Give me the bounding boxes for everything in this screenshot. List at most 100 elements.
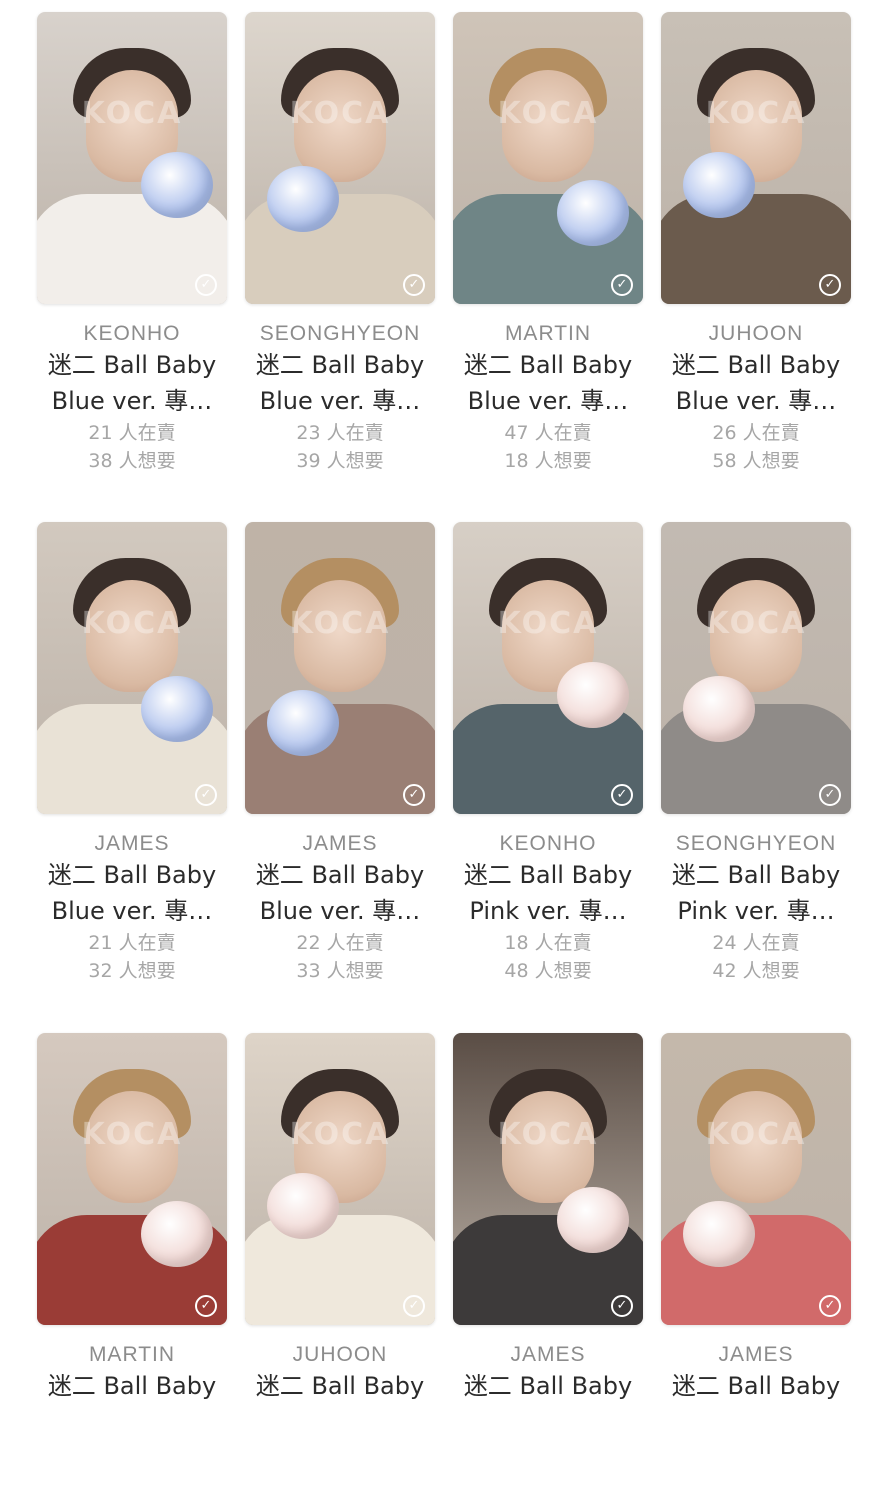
card-title-line2: Pink ver. 專… <box>469 897 627 925</box>
watermark: KOCA <box>289 606 391 641</box>
check-circle-icon[interactable]: ✓ <box>195 784 217 806</box>
check-circle-icon[interactable]: ✓ <box>611 784 633 806</box>
photocard-image[interactable]: KOCA ✓ <box>37 522 227 814</box>
card-title-line1: 迷二 Ball Baby <box>47 861 217 889</box>
watermark: KOCA <box>81 1117 183 1152</box>
plush-toy <box>683 1201 755 1267</box>
wanting-count: 32 人想要 <box>88 960 176 982</box>
photocard-item[interactable]: KOCA ✓ JAMES 迷二 Ball Baby Blue ver. 專… 2… <box>245 522 435 985</box>
watermark: KOCA <box>497 96 599 131</box>
check-circle-icon[interactable]: ✓ <box>611 1295 633 1317</box>
card-title-line1: 迷二 Ball Baby <box>671 1372 841 1400</box>
check-circle-icon[interactable]: ✓ <box>611 274 633 296</box>
photocard-image[interactable]: KOCA ✓ <box>37 12 227 304</box>
card-title-line2: Blue ver. 專… <box>259 387 421 415</box>
card-title-line2 <box>661 1404 851 1440</box>
plush-toy <box>683 676 755 742</box>
selling-count <box>661 1440 851 1468</box>
photocard-image[interactable]: KOCA ✓ <box>661 1033 851 1325</box>
check-circle-icon[interactable]: ✓ <box>195 1295 217 1317</box>
plush-toy <box>141 1201 213 1267</box>
card-title-line1: 迷二 Ball Baby <box>671 351 841 379</box>
card-title-line2 <box>37 1404 227 1440</box>
photocard-image[interactable]: KOCA ✓ <box>453 1033 643 1325</box>
photocard-item[interactable]: KOCA ✓ MARTIN 迷二 Ball Baby Blue ver. 專… … <box>453 12 643 475</box>
member-name: MARTIN <box>504 322 592 345</box>
photocard-image[interactable]: KOCA ✓ <box>661 522 851 814</box>
selling-count: 21 人在賣 <box>88 932 176 954</box>
photocard-item[interactable]: KOCA ✓ JAMES 迷二 Ball Baby <box>661 1033 851 1496</box>
plush-toy <box>557 180 629 246</box>
selling-count: 24 人在賣 <box>712 932 800 954</box>
watermark: KOCA <box>705 96 807 131</box>
watermark: KOCA <box>705 606 807 641</box>
photocard-image[interactable]: KOCA ✓ <box>245 522 435 814</box>
wanting-count: 39 人想要 <box>296 450 384 472</box>
photocard-image[interactable]: KOCA ✓ <box>37 1033 227 1325</box>
selling-count <box>245 1440 435 1468</box>
photocard-item[interactable]: KOCA ✓ KEONHO 迷二 Ball Baby Blue ver. 專… … <box>37 12 227 475</box>
card-title-line2: Blue ver. 專… <box>467 387 629 415</box>
photocard-image[interactable]: KOCA ✓ <box>245 1033 435 1325</box>
member-name: JAMES <box>510 1343 586 1366</box>
selling-count <box>453 1440 643 1468</box>
check-circle-icon[interactable]: ✓ <box>403 784 425 806</box>
card-title-line2 <box>453 1404 643 1440</box>
check-circle-icon[interactable]: ✓ <box>819 1295 841 1317</box>
photocard-item[interactable]: KOCA ✓ JAMES 迷二 Ball Baby <box>453 1033 643 1496</box>
member-name: JAMES <box>302 832 378 855</box>
wanting-count <box>245 1468 435 1496</box>
photocard-item[interactable]: KOCA ✓ KEONHO 迷二 Ball Baby Pink ver. 專… … <box>453 522 643 985</box>
selling-count: 23 人在賣 <box>296 422 384 444</box>
wanting-count <box>661 1468 851 1496</box>
card-title-line1: 迷二 Ball Baby <box>255 1372 425 1400</box>
member-name: SEONGHYEON <box>259 322 421 345</box>
plush-toy <box>683 152 755 218</box>
wanting-count: 18 人想要 <box>504 450 592 472</box>
photocard-item[interactable]: KOCA ✓ JAMES 迷二 Ball Baby Blue ver. 專… 2… <box>37 522 227 985</box>
watermark: KOCA <box>705 1117 807 1152</box>
wanting-count: 48 人想要 <box>504 960 592 982</box>
watermark: KOCA <box>81 96 183 131</box>
wanting-count: 58 人想要 <box>712 450 800 472</box>
member-name: KEONHO <box>83 322 181 345</box>
card-title-line1: 迷二 Ball Baby <box>463 861 633 889</box>
selling-count: 18 人在賣 <box>504 932 592 954</box>
plush-toy <box>267 166 339 232</box>
check-circle-icon[interactable]: ✓ <box>403 274 425 296</box>
wanting-count <box>453 1468 643 1496</box>
watermark: KOCA <box>81 606 183 641</box>
card-title-line1: 迷二 Ball Baby <box>47 1372 217 1400</box>
check-circle-icon[interactable]: ✓ <box>819 784 841 806</box>
member-name: JUHOON <box>708 322 804 345</box>
photocard-image[interactable]: KOCA ✓ <box>245 12 435 304</box>
member-name: JAMES <box>94 832 170 855</box>
photocard-grid: KOCA ✓ KEONHO 迷二 Ball Baby Blue ver. 專… … <box>0 0 871 1411</box>
check-circle-icon[interactable]: ✓ <box>403 1295 425 1317</box>
plush-toy <box>141 676 213 742</box>
member-name: JUHOON <box>292 1343 388 1366</box>
selling-count <box>37 1440 227 1468</box>
watermark: KOCA <box>497 1117 599 1152</box>
card-title-line1: 迷二 Ball Baby <box>255 351 425 379</box>
member-name: SEONGHYEON <box>675 832 837 855</box>
photocard-item[interactable]: KOCA ✓ JUHOON 迷二 Ball Baby Blue ver. 專… … <box>661 12 851 475</box>
plush-toy <box>267 690 339 756</box>
card-title-line1: 迷二 Ball Baby <box>255 861 425 889</box>
photocard-item[interactable]: KOCA ✓ SEONGHYEON 迷二 Ball Baby Blue ver.… <box>245 12 435 475</box>
photocard-image[interactable]: KOCA ✓ <box>453 522 643 814</box>
photocard-image[interactable]: KOCA ✓ <box>453 12 643 304</box>
watermark: KOCA <box>289 96 391 131</box>
check-circle-icon[interactable]: ✓ <box>195 274 217 296</box>
photocard-item[interactable]: KOCA ✓ JUHOON 迷二 Ball Baby <box>245 1033 435 1496</box>
card-title-line1: 迷二 Ball Baby <box>463 351 633 379</box>
photocard-item[interactable]: KOCA ✓ SEONGHYEON 迷二 Ball Baby Pink ver.… <box>661 522 851 985</box>
photocard-item[interactable]: KOCA ✓ MARTIN 迷二 Ball Baby <box>37 1033 227 1496</box>
selling-count: 21 人在賣 <box>88 422 176 444</box>
card-title-line2: Pink ver. 專… <box>677 897 835 925</box>
photocard-image[interactable]: KOCA ✓ <box>661 12 851 304</box>
wanting-count: 33 人想要 <box>296 960 384 982</box>
card-title-line1: 迷二 Ball Baby <box>463 1372 633 1400</box>
plush-toy <box>267 1173 339 1239</box>
check-circle-icon[interactable]: ✓ <box>819 274 841 296</box>
